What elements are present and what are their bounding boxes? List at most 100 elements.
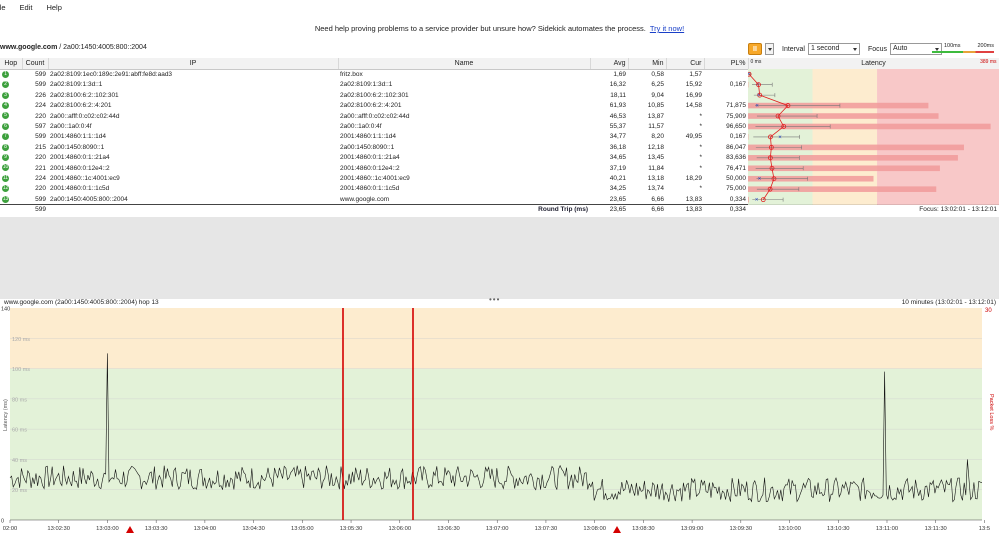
cell-pl: 0,167 — [729, 81, 746, 89]
cell-ip: 2a02:8109:1ec0:189c:2e91:abff:fe8d:aad3 — [50, 71, 173, 78]
legend-200: 200ms — [977, 43, 994, 49]
cell-avg: 34,65 — [609, 154, 626, 162]
col-avg[interactable]: Avg — [590, 58, 629, 70]
cell-min: 6,66 — [651, 195, 664, 203]
hop-cell: 1 — [0, 70, 22, 80]
zone-bad — [877, 69, 999, 205]
cell-count: 599 — [35, 71, 46, 78]
cell-count: 221 — [35, 164, 46, 172]
cell-name: 2001:4860:1:1::1d4 — [340, 133, 397, 141]
y-tick-label: 80 ms — [12, 397, 27, 403]
col-min[interactable]: Min — [628, 58, 667, 70]
menu-file[interactable]: ile — [0, 3, 8, 12]
cell-avg: 18,11 — [610, 91, 626, 99]
cell-min: 13,87 — [647, 112, 664, 120]
graph-range: 10 minutes (13:02:01 - 13:12:01) — [901, 299, 996, 306]
cell-ip: 2a02:8100:6:2::4:201 — [50, 102, 112, 110]
col-cur[interactable]: Cur — [666, 58, 705, 70]
target-bar: www.google.com / 2a00:1450:4005:800::200… — [0, 41, 999, 57]
cell-pl: 76,471 — [726, 164, 746, 172]
cell-count: 599 — [35, 133, 46, 141]
y-axis-label: Latency (ms) — [3, 399, 9, 431]
hop-cell: 6 — [0, 122, 22, 132]
cell-pl — [704, 70, 748, 80]
latency-timeline-graph[interactable]: 140 120 ms 100 ms 80 ms 60 ms 40 ms 20 ms 0 30 La… — [0, 306, 999, 533]
cell-min: 13,45 — [647, 154, 664, 162]
col-pl[interactable]: PL% — [704, 58, 749, 70]
cell-cur: 1,57 — [689, 71, 702, 78]
cell-min: 11,84 — [648, 164, 664, 172]
cur-marker: × — [755, 104, 759, 110]
cell-count: 597 — [35, 123, 46, 131]
latency-legend: 100ms 200ms — [932, 43, 994, 54]
zone-good — [10, 368, 982, 520]
menu-edit[interactable]: Edit — [18, 3, 35, 12]
x-tick-label: 13:05:00 — [291, 526, 314, 532]
chevron-down-icon — [852, 48, 857, 51]
hop-cell: 8 — [0, 142, 22, 152]
cell-cur: 16,99 — [685, 91, 702, 99]
x-tick-label: 13:10:00 — [778, 526, 801, 532]
x-tick-label: 13:11:30 — [925, 526, 947, 532]
cur-marker: × — [758, 177, 762, 183]
x-tick-label: 13:08:00 — [583, 526, 606, 532]
y-tick-label: 40 ms — [12, 458, 27, 464]
legend-color-line — [932, 51, 994, 53]
hop-badge: 7 — [2, 133, 9, 141]
y-tick-label: 100 ms — [12, 367, 30, 373]
cell-ip: 2a00:1450:4005:800::2004 — [50, 195, 128, 203]
hop-cell: 7 — [0, 132, 22, 142]
col-ip[interactable]: IP — [48, 58, 339, 70]
cell-ip: 2001:4860:0:1::1c5d — [50, 185, 110, 193]
cell-pl: 50,000 — [726, 175, 746, 183]
cell-pl: 96,650 — [726, 123, 746, 131]
cell-min: 11,57 — [648, 123, 664, 131]
cell-ip: 2a02:8100:6:2::102:301 — [50, 91, 119, 99]
cell-count: 220 — [35, 154, 46, 162]
x-tick-label: 13:03:00 — [96, 526, 119, 532]
interval-label: Interval — [782, 45, 805, 53]
pause-dropdown[interactable] — [765, 43, 774, 55]
cell-ip: 2a02:8109:1:3d::1 — [50, 81, 103, 89]
cell-cur: 18,29 — [685, 175, 702, 183]
cell-avg: 1,69 — [613, 71, 626, 78]
col-name[interactable]: Name — [338, 58, 591, 70]
pause-button[interactable]: II — [748, 43, 762, 55]
interval-value: 1 second — [810, 45, 840, 52]
cur-marker: × — [757, 93, 761, 99]
hop-badge: 9 — [2, 154, 9, 162]
y-tick-label: 60 ms — [12, 428, 27, 434]
summary-cur: 13,83 — [666, 204, 704, 216]
cell-ip: 2a00:1450:8090::1 — [50, 143, 105, 151]
hop-cell: 4 — [0, 101, 22, 111]
col-latency[interactable]: 0 ms Latency 389 ms — [748, 58, 999, 70]
cell-min: 13,74 — [647, 185, 664, 193]
cell-avg: 55,37 — [609, 123, 626, 131]
hop-cell: 12 — [0, 184, 22, 194]
splitter-handle[interactable]: ••• — [489, 295, 500, 304]
cell-ip: 2001:4860:0:1::21a4 — [50, 154, 110, 162]
try-it-now-link[interactable]: Try it now! — [650, 24, 684, 33]
x-tick-label: 13:02:30 — [47, 526, 70, 532]
cell-pl: 0,334 — [729, 195, 746, 203]
cell-cur: * — [699, 123, 702, 131]
legend-100: 100ms — [944, 43, 961, 49]
cell-cur: 15,92 — [685, 81, 702, 89]
graph-title: www.google.com (2a00:1450:4005:800::2004… — [4, 299, 159, 306]
cell-ip: 2001:4860:1:1::1d4 — [50, 133, 107, 141]
cell-name: 2a02:8109:1:3d::1 — [340, 81, 393, 89]
hop-badge: 13 — [2, 195, 9, 203]
latency-header-label: Latency — [861, 60, 886, 67]
hop-badge: 1 — [2, 70, 9, 78]
hop-badge: 10 — [2, 164, 9, 172]
interval-select[interactable]: 1 second — [807, 43, 860, 55]
menu-help[interactable]: Help — [44, 3, 63, 12]
x-tick-label: 13:05:30 — [340, 526, 363, 532]
cell-name: 2a00::1a0:0:4f — [340, 123, 382, 131]
cell-avg: 46,53 — [609, 112, 626, 120]
col-count[interactable]: Count — [22, 58, 49, 70]
cell-avg: 34,77 — [609, 133, 626, 141]
y-tick-label: 20 ms — [12, 488, 27, 494]
col-hop[interactable]: Hop — [0, 58, 23, 70]
x-tick-label: 13:07:00 — [486, 526, 509, 532]
